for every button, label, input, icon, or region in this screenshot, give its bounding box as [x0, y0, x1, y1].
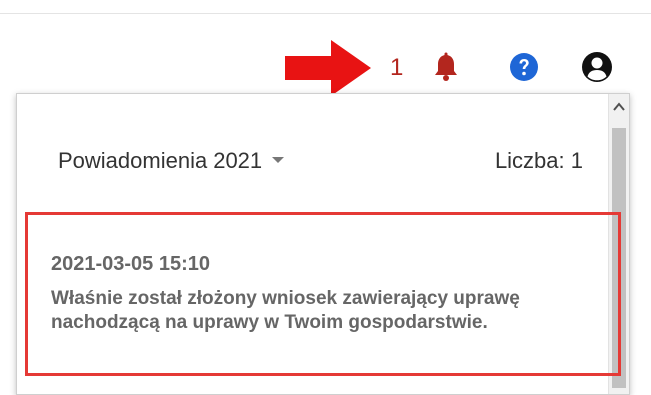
chevron-down-icon — [272, 157, 285, 164]
year-selector[interactable]: Powiadomienia 2021 — [58, 148, 285, 174]
panel-header: Powiadomienia 2021 Liczba: 1 — [17, 140, 609, 184]
notification-item[interactable]: 2021-03-05 15:10 Właśnie został złożony … — [25, 212, 621, 376]
notification-count-label: Liczba: 1 — [494, 148, 583, 173]
help-icon[interactable] — [508, 51, 540, 83]
bell-icon[interactable] — [430, 51, 462, 83]
notifications-dropdown: Powiadomienia 2021 Liczba: 1 2021-03-05 1… — [16, 93, 630, 395]
notification-message: Właśnie został złożony wniosek zawierają… — [51, 288, 520, 333]
notification-count[interactable]: 1 — [390, 54, 403, 82]
year-value: 2021 — [213, 148, 263, 173]
notification-timestamp: 2021-03-05 15:10 — [51, 253, 211, 275]
top-divider — [0, 13, 651, 14]
scroll-up-icon[interactable] — [612, 100, 626, 114]
user-account-icon[interactable] — [580, 50, 614, 84]
red-arrow-icon — [285, 40, 371, 96]
panel-title: Powiadomienia — [58, 148, 208, 173]
